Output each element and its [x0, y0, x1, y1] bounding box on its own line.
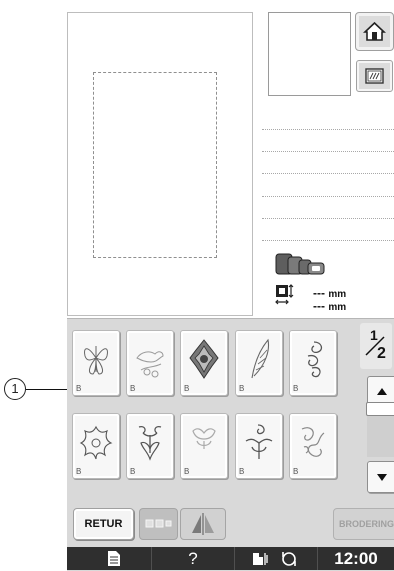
thread-info-line: [262, 151, 394, 152]
pattern-button[interactable]: B: [126, 413, 174, 479]
scroll-track[interactable]: [367, 409, 394, 457]
scroll-down-button[interactable]: [367, 461, 394, 493]
pattern-button[interactable]: B: [126, 330, 174, 396]
knot-swirl-pattern-icon: [301, 427, 325, 457]
document-icon: [108, 551, 120, 566]
pattern-type-label: B: [76, 467, 82, 476]
thread-info-line: [262, 129, 394, 130]
pattern-type-label: B: [293, 384, 299, 393]
home-icon: [362, 21, 387, 41]
pattern-width-value: ---: [313, 299, 325, 313]
pattern-button[interactable]: B: [235, 413, 283, 479]
pattern-button[interactable]: B: [235, 330, 283, 396]
pattern-type-label: B: [239, 384, 245, 393]
thread-info-line: [262, 173, 394, 174]
pattern-arrange-icon: [145, 519, 172, 528]
pattern-type-label: B: [76, 384, 82, 393]
scroll-motif-pattern-icon: [245, 424, 273, 459]
callout-number: 1: [4, 378, 26, 400]
butterfly-pattern-icon: [84, 346, 108, 375]
page-fraction-slash: [365, 336, 385, 356]
bird-branch-pattern-icon: [136, 351, 164, 378]
pattern-thumbnail-box: [268, 12, 351, 96]
pattern-width-readout: --- mm: [313, 299, 346, 313]
settings-icon: [253, 552, 296, 566]
pattern-type-label: B: [184, 467, 190, 476]
page-indicator: 1 2: [360, 323, 392, 369]
embroidery-area-outline: [93, 72, 217, 258]
crest-ornament-pattern-icon: [192, 428, 216, 449]
pattern-button[interactable]: B: [289, 413, 337, 479]
thread-info-line: [262, 196, 394, 197]
embroidery-frame-icon: [365, 68, 384, 84]
pattern-type-label: B: [130, 384, 136, 393]
pattern-width-unit: mm: [328, 302, 347, 313]
hoop-sizes-icon: [275, 253, 325, 275]
clock-display: 12:00: [334, 549, 378, 568]
thread-info-line: [262, 240, 394, 241]
scroll-thumb[interactable]: [366, 402, 394, 416]
fleur-ornament-pattern-icon: [138, 425, 162, 461]
home-button[interactable]: [355, 12, 394, 51]
retur-button[interactable]: RETUR: [73, 508, 134, 540]
pattern-type-label: B: [184, 384, 190, 393]
mirror-button[interactable]: [180, 508, 226, 540]
embroidery-button[interactable]: BRODERING: [333, 508, 394, 540]
pattern-type-label: B: [130, 467, 136, 476]
flower-pattern-icon: [79, 425, 113, 460]
arrow-down-icon: [377, 474, 387, 481]
pattern-button[interactable]: B: [180, 330, 228, 396]
thread-info-line: [262, 218, 394, 219]
mirror-flip-icon: [192, 513, 214, 535]
pattern-button[interactable]: B: [180, 413, 228, 479]
pattern-type-label: B: [239, 467, 245, 476]
pattern-type-label: B: [293, 467, 299, 476]
pattern-height-value: ---: [313, 286, 325, 300]
pattern-button[interactable]: B: [72, 413, 120, 479]
pattern-button[interactable]: B: [72, 330, 120, 396]
status-bar: ? 12:00: [67, 547, 394, 570]
machine-setting-button[interactable]: [235, 547, 318, 570]
ornate-medallion-pattern-icon: [189, 339, 219, 379]
swirl-scroll-pattern-icon: [307, 341, 323, 378]
manual-button[interactable]: [67, 547, 152, 570]
pattern-button[interactable]: B: [289, 330, 337, 396]
help-button[interactable]: ?: [152, 547, 235, 570]
page-total: 2: [377, 345, 386, 362]
feather-pattern-icon: [251, 338, 270, 379]
frame-button[interactable]: [356, 60, 393, 92]
pattern-height-readout: --- mm: [313, 286, 346, 300]
pattern-size-icon: [275, 284, 294, 305]
arrange-button[interactable]: [139, 508, 178, 540]
